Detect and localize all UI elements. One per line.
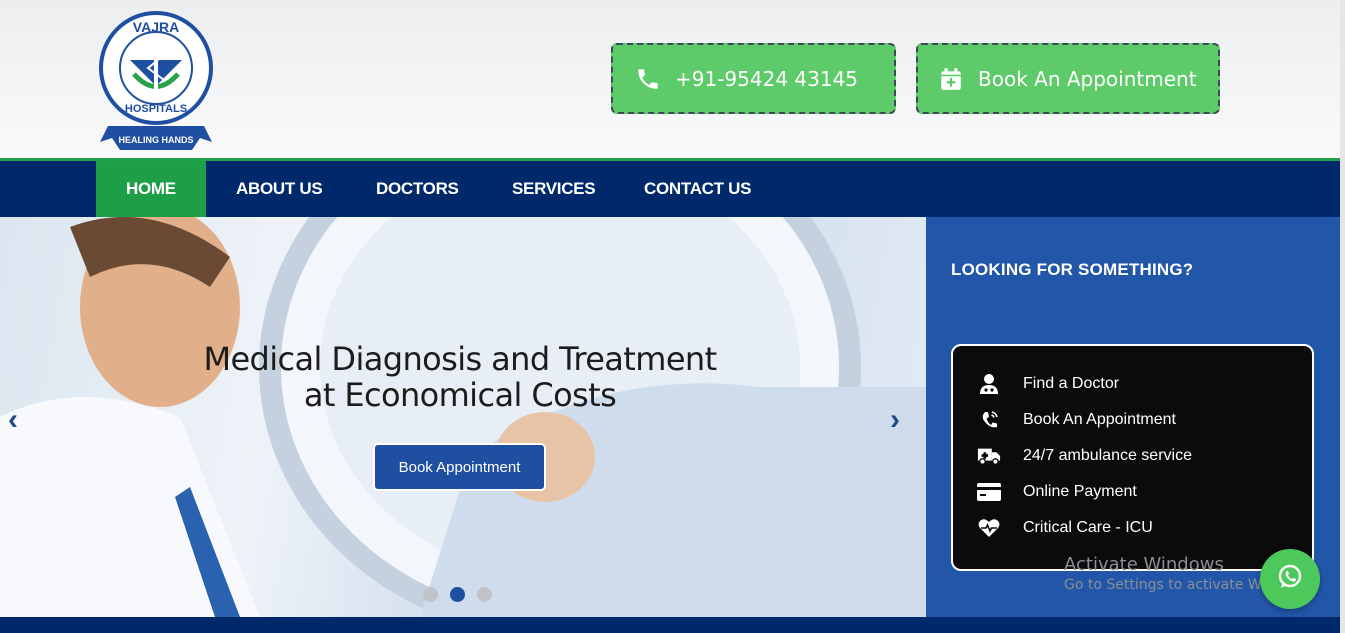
hero-image [0,217,926,617]
nav-item-contact-us[interactable]: CONTACT US [644,161,751,217]
book-appointment-header-label: Book An Appointment [978,66,1197,91]
service-book-appointment[interactable]: Book An Appointment [977,408,1176,432]
ambulance-icon [977,444,1001,468]
nav-item-services[interactable]: SERVICES [512,161,596,217]
service-label: Find a Doctor [1023,375,1120,392]
nav-item-about-us[interactable]: ABOUT US [236,161,323,217]
nav-item-doctors[interactable]: DOCTORS [376,161,459,217]
hero-book-appointment-button[interactable]: Book Appointment [373,443,546,491]
chevron-left-icon[interactable]: ‹ [8,403,18,437]
whatsapp-chat-button[interactable] [1260,549,1320,609]
hero-title: Medical Diagnosis and Treatment at Econo… [160,341,760,413]
page-scrollbar[interactable] [1340,0,1345,633]
quick-links-title: LOOKING FOR SOMETHING? [951,260,1194,279]
doctor-icon [977,372,1001,396]
hero-title-line1: Medical Diagnosis and Treatment [203,340,717,378]
service-critical-care[interactable]: Critical Care - ICU [977,516,1153,540]
phone-cta-button[interactable]: +91-95424 43145 [611,43,896,114]
service-find-doctor[interactable]: Find a Doctor [977,372,1119,396]
logo-bottom-text: HOSPITALS [125,103,187,115]
footer-bar [0,617,1340,633]
service-ambulance[interactable]: 24/7 ambulance service [977,444,1192,468]
book-appointment-header-button[interactable]: Book An Appointment [916,43,1220,114]
credit-card-icon [977,480,1001,504]
slider-dot-3[interactable] [477,587,492,602]
logo-ribbon-text: HEALING HANDS [118,135,193,145]
service-label: Online Payment [1023,483,1137,500]
chevron-right-icon[interactable]: › [890,403,900,437]
main-nav: HOME ABOUT US DOCTORS SERVICES CONTACT U… [0,158,1340,217]
nav-item-home[interactable]: HOME [96,161,206,217]
calendar-plus-icon [938,66,964,92]
hero-slider: Medical Diagnosis and Treatment at Econo… [0,217,926,617]
phone-ring-icon [977,408,1001,432]
service-label: 24/7 ambulance service [1023,447,1192,464]
hero-title-line2: at Economical Costs [303,376,617,414]
service-label: Book An Appointment [1023,411,1176,428]
slider-dot-1[interactable] [423,587,438,602]
phone-number: +91-95424 43145 [675,66,859,91]
phone-icon [635,66,661,92]
slider-dot-2[interactable] [450,587,465,602]
slider-dots [423,587,492,602]
whatsapp-icon [1276,563,1304,596]
service-online-payment[interactable]: Online Payment [977,480,1137,504]
services-box: Find a Doctor Book An Appointment 24/7 a… [951,344,1314,571]
heartbeat-icon [977,516,1001,540]
hospital-logo[interactable]: VAJRA HOSPITALS HEALING HANDS [94,4,218,154]
logo-top-text: VAJRA [133,19,179,35]
site-header: VAJRA HOSPITALS HEALING HANDS +91-95424 … [0,0,1340,158]
service-label: Critical Care - ICU [1023,519,1153,536]
